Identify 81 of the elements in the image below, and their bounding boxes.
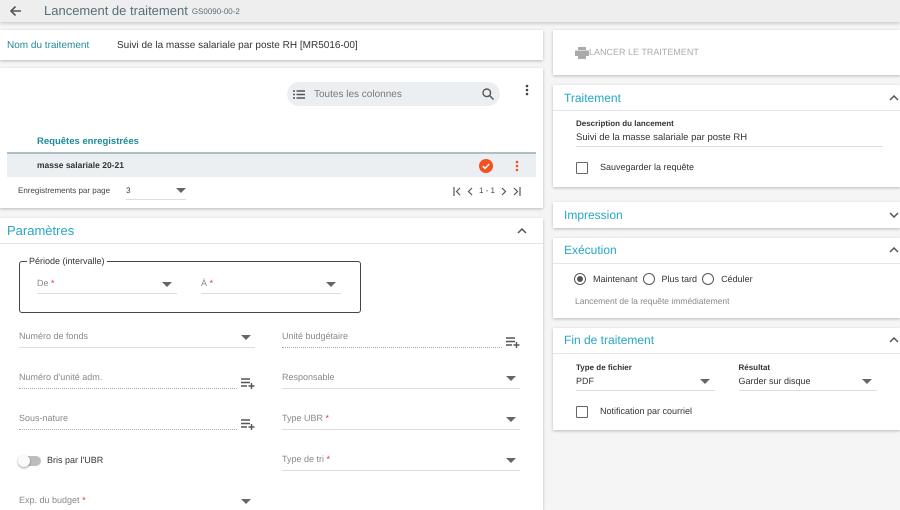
list-icon[interactable]	[293, 90, 305, 98]
search-placeholder: Toutes les colonnes	[314, 88, 403, 102]
panel-title[interactable]: Impression	[564, 206, 623, 224]
page-range: 1 - 1	[478, 185, 495, 198]
dropdown-caret-icon[interactable]	[162, 282, 172, 286]
field-label: Nom du traitement	[7, 38, 90, 52]
lookup-field[interactable]: Sous-nature	[19, 410, 237, 430]
dropdown-caret-icon[interactable]	[700, 379, 710, 384]
dropdown-caret-icon[interactable]	[862, 379, 872, 384]
toggle-label: Bris par l'UBR	[47, 454, 104, 467]
dropdown-caret-icon[interactable]	[326, 282, 336, 286]
column-header[interactable]: Requêtes enregistrées	[37, 135, 543, 150]
date-select[interactable]: De *	[37, 276, 177, 294]
per-page-select[interactable]: 3	[126, 182, 186, 200]
add-list-icon[interactable]	[241, 378, 255, 388]
dropdown-caret-icon[interactable]	[506, 458, 516, 462]
group-legend: Période (intervalle)	[27, 255, 107, 268]
checkbox-label: Notification par courriel	[600, 404, 692, 418]
add-list-icon[interactable]	[506, 336, 520, 348]
dropdown-caret-icon[interactable]	[241, 498, 251, 504]
query-row[interactable]: masse salariale 20-21	[7, 154, 536, 178]
next-page-icon[interactable]	[501, 186, 507, 196]
first-page-icon[interactable]	[452, 186, 462, 196]
text-input[interactable]: Suivi de la masse salariale par poste RH	[576, 130, 883, 147]
select-field[interactable]: PDF	[576, 374, 714, 391]
select-field[interactable]: Garder sur disque	[738, 374, 877, 391]
page-title: Lancement de traitement	[44, 2, 188, 20]
required-mark: *	[326, 454, 330, 464]
radio-label: Plus tard	[662, 272, 698, 286]
field-label: Type de fichier	[576, 362, 633, 374]
checkbox[interactable]	[576, 162, 588, 174]
toggle-switch[interactable]	[19, 456, 41, 466]
caret-icon[interactable]	[176, 188, 186, 194]
select-field[interactable]: Type UBR *	[282, 410, 520, 430]
required-mark: *	[82, 495, 86, 506]
required-mark: *	[210, 278, 214, 288]
collapse-chevron-icon[interactable]	[517, 228, 527, 234]
field-label: Résultat	[738, 362, 772, 374]
back-arrow-icon[interactable]	[9, 5, 22, 17]
query-name: masse salariale 20-21	[37, 159, 125, 172]
program-code: GS0090-00-2	[192, 6, 240, 18]
lookup-field[interactable]: Unité budgétaire	[282, 328, 502, 348]
checkbox[interactable]	[576, 406, 588, 418]
search-icon[interactable]	[482, 88, 494, 100]
radio-label: Maintenant	[593, 272, 638, 286]
select-field[interactable]: Type de tri *	[282, 450, 520, 470]
collapse-chevron-icon[interactable]	[889, 247, 899, 253]
panel-title[interactable]: Traitement	[564, 88, 621, 106]
radio-button[interactable]	[642, 273, 655, 286]
previous-page-icon[interactable]	[466, 186, 473, 196]
checkbox-label: Sauvegarder la requête	[600, 161, 694, 174]
field-label: Description du lancement	[576, 118, 675, 130]
row-menu-icon[interactable]	[515, 160, 519, 172]
select-field[interactable]: Exp. du budget *	[19, 492, 255, 510]
select-field[interactable]: Numéro de fonds	[19, 328, 255, 348]
last-page-icon[interactable]	[512, 186, 521, 196]
field-value: Suivi de la masse salariale par poste RH [MR5016-00]	[117, 38, 358, 52]
per-page-label: Enregistrements par page	[18, 185, 110, 198]
dropdown-caret-icon[interactable]	[506, 376, 516, 380]
lookup-field[interactable]: Numéro d'unité adm.	[19, 368, 237, 388]
required-mark: *	[326, 413, 330, 424]
required-mark: *	[51, 278, 55, 288]
hint-text: Lancement de la requête immédiatement	[575, 295, 731, 308]
radio-label: Céduler	[721, 272, 753, 286]
select-field[interactable]: Responsable	[282, 368, 520, 388]
panel-title[interactable]: Fin de traitement	[564, 331, 654, 350]
printer-icon	[575, 46, 589, 58]
radio-button[interactable]	[574, 273, 586, 286]
more-vertical-icon[interactable]	[525, 84, 529, 96]
dropdown-caret-icon[interactable]	[241, 334, 251, 340]
collapse-chevron-icon[interactable]	[889, 94, 899, 100]
panel-title[interactable]: Exécution	[564, 241, 617, 259]
section-title[interactable]: Paramètres	[7, 220, 74, 240]
add-list-icon[interactable]	[241, 418, 255, 430]
check-circle-icon	[479, 158, 493, 173]
dropdown-caret-icon[interactable]	[506, 416, 516, 422]
expand-chevron-icon[interactable]	[889, 212, 899, 218]
search-field[interactable]: Toutes les colonnes	[287, 82, 500, 106]
collapse-chevron-icon[interactable]	[889, 337, 899, 344]
radio-button[interactable]	[702, 273, 714, 286]
date-select[interactable]: À *	[201, 276, 341, 294]
